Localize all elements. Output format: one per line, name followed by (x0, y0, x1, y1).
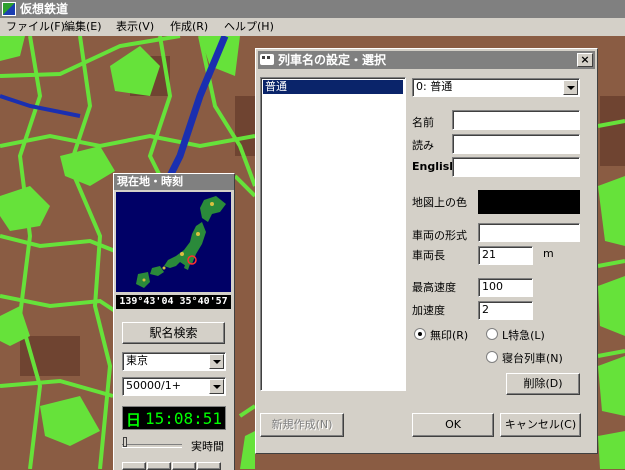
english-label: English (412, 160, 458, 173)
scale-select-value: 50000/1+ (126, 379, 181, 392)
chevron-down-icon[interactable] (209, 354, 224, 369)
dialog-title-bar: 列車名の設定・選択 × (258, 51, 595, 69)
list-item[interactable]: 普通 (263, 80, 403, 94)
station-select[interactable]: 東京 (122, 352, 226, 371)
radio-none[interactable] (414, 328, 426, 340)
reading-field[interactable] (452, 134, 580, 154)
max-speed-field[interactable]: 100 (478, 278, 533, 297)
radio-l-express-label[interactable]: L特急(L) (502, 327, 545, 343)
acceleration-label: 加速度 (412, 304, 445, 317)
train-type-select[interactable]: 0: 普通 (412, 78, 580, 97)
menu-bar: ファイル(F) 編集(E) 表示(V) 作成(R) ヘルプ(H) (0, 18, 625, 36)
chevron-down-icon[interactable] (209, 379, 224, 394)
vehicle-type-field[interactable] (478, 223, 580, 242)
menu-file[interactable]: ファイル(F) (6, 18, 65, 36)
delete-button[interactable]: 削除(D) (506, 373, 580, 395)
radio-none-label[interactable]: 無印(R) (430, 327, 468, 343)
japan-overview-map[interactable]: 139°43'04 35°40'57 (116, 192, 231, 309)
train-name-list[interactable]: 普通 (260, 77, 406, 391)
menu-help[interactable]: ヘルプ(H) (224, 18, 274, 36)
time-speed-slider-thumb[interactable] (123, 437, 127, 447)
close-icon[interactable]: × (577, 53, 593, 67)
clock-day: 日 (126, 411, 142, 429)
time-speed-slider-track[interactable] (122, 444, 182, 448)
app-icon (2, 2, 16, 16)
chevron-down-icon[interactable] (563, 80, 578, 95)
panel-title-text: 現在地・時刻 (117, 175, 183, 188)
clock-display: 日 15:08:51 (122, 406, 226, 430)
panel-title: 現在地・時刻 (114, 174, 234, 190)
name-label: 名前 (412, 116, 434, 129)
new-button[interactable]: 新規作成(N) (260, 413, 344, 437)
radio-l-express[interactable] (486, 328, 498, 340)
radio-sleeper-label[interactable]: 寝台列車(N) (502, 350, 563, 366)
menu-create[interactable]: 作成(R) (170, 18, 208, 36)
location-time-panel: 現在地・時刻 139°43'04 35°40'57 駅名検索 東京 50000/… (113, 173, 235, 470)
train-name-dialog: 列車名の設定・選択 × 普通 0: 普通 名前 読み English 地図上の色… (255, 48, 598, 454)
car-length-label: 車両長 (412, 249, 445, 262)
app-title-bar: 仮想鉄道 (0, 0, 625, 18)
japan-map-icon (116, 192, 231, 292)
menu-edit[interactable]: 編集(E) (64, 18, 102, 36)
station-search-button[interactable]: 駅名検索 (122, 322, 225, 344)
clock-time: 15:08:51 (145, 409, 223, 428)
vehicle-type-label: 車両の形式 (412, 229, 467, 242)
radio-sleeper[interactable] (486, 351, 498, 363)
english-field[interactable] (452, 157, 580, 177)
acceleration-field[interactable]: 2 (478, 301, 533, 320)
car-length-unit: m (543, 247, 554, 260)
name-field[interactable] (452, 110, 580, 130)
app-title: 仮想鉄道 (20, 2, 69, 16)
cancel-button[interactable]: キャンセル(C) (500, 413, 581, 437)
station-select-value: 東京 (126, 354, 148, 367)
ok-button[interactable]: OK (412, 413, 494, 437)
map-color-label: 地図上の色 (412, 196, 467, 209)
map-color-swatch[interactable] (478, 190, 580, 214)
scale-select[interactable]: 50000/1+ (122, 377, 226, 396)
coordinates-readout: 139°43'04 35°40'57 (116, 295, 231, 309)
reading-label: 読み (412, 139, 434, 152)
car-length-field[interactable]: 21 (478, 246, 533, 265)
dialog-title: 列車名の設定・選択 (278, 53, 387, 67)
train-icon (260, 54, 274, 65)
realtime-label: 実時間 (191, 440, 224, 453)
max-speed-label: 最高速度 (412, 281, 456, 294)
train-type-select-value: 0: 普通 (416, 80, 453, 93)
menu-view[interactable]: 表示(V) (116, 18, 154, 36)
